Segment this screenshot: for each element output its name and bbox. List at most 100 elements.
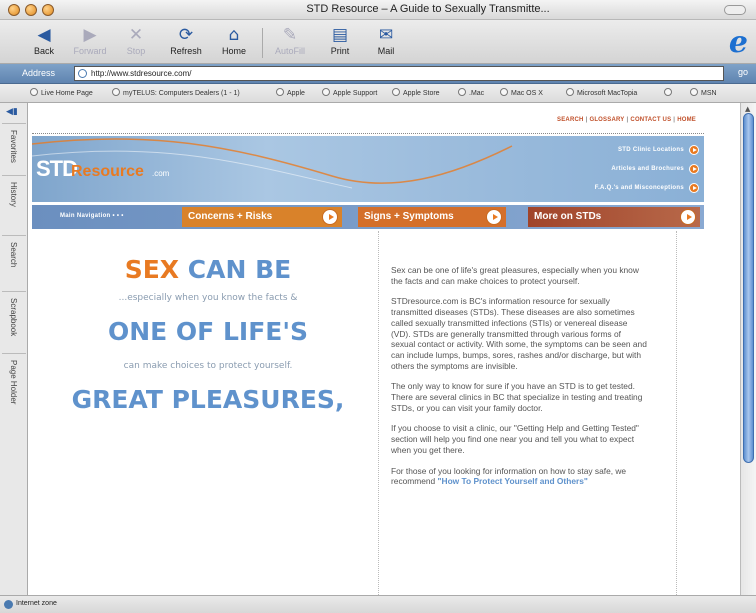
nav-button-label: More on STDs — [534, 211, 602, 222]
toolbar-separator — [262, 28, 263, 58]
tab-history[interactable]: History — [2, 175, 26, 235]
internet-explorer-logo-icon[interactable]: e — [729, 28, 748, 58]
favorite-label: Mac OS X — [511, 90, 543, 97]
favorite-apple[interactable]: Apple — [276, 88, 305, 97]
refresh-button[interactable]: ⟳ Refresh — [162, 24, 210, 56]
page-globe-icon — [78, 69, 87, 78]
tab-label: Favorites — [9, 130, 18, 163]
favorite-globe-icon — [690, 88, 698, 96]
forward-arrow-icon: ▶ — [83, 25, 97, 45]
favorite-dot-mac[interactable]: .Mac — [458, 88, 484, 97]
nav-more-on-stds[interactable]: More on STDs — [528, 207, 700, 227]
address-input[interactable]: http://www.stdresource.com/ — [74, 66, 724, 81]
banner-link-clinic-locations[interactable]: STD Clinic Locations — [618, 147, 684, 153]
scroll-up-arrow-icon[interactable]: ▲ — [745, 105, 750, 113]
home-icon: ⌂ — [228, 25, 240, 45]
window-title: STD Resource – A Guide to Sexually Trans… — [306, 3, 550, 15]
main-navigation: Main Navigation • • • Concerns + Risks S… — [32, 205, 704, 229]
favorite-globe-icon — [566, 88, 574, 96]
explorer-bar-toggle-icon[interactable]: ◀▮ — [6, 107, 18, 117]
favorite-label: Apple Support — [333, 90, 378, 97]
forward-button[interactable]: ▶ Forward — [66, 24, 114, 56]
favorites-bar: Live Home Page myTELUS: Computers Dealer… — [0, 84, 756, 103]
printer-icon: ▤ — [331, 25, 349, 45]
how-to-protect-link[interactable]: "How To Protect Yourself and Others" — [438, 476, 588, 486]
mail-envelope-icon: ✉ — [378, 25, 394, 45]
arrow-circle-icon[interactable] — [689, 145, 699, 155]
favorite-apple-store[interactable]: Apple Store — [392, 88, 440, 97]
vertical-scrollbar[interactable]: ▲ — [740, 103, 756, 595]
banner-link-faqs[interactable]: F.A.Q.'s and Misconceptions — [595, 185, 684, 191]
forward-label: Forward — [73, 46, 107, 56]
nav-signs-symptoms[interactable]: Signs + Symptoms — [358, 207, 506, 227]
favorite-label: Live Home Page — [41, 90, 93, 97]
minimize-window-button[interactable] — [25, 4, 37, 16]
site-banner: STD Resource .com STD Clinic Locations A… — [32, 136, 704, 202]
logo-resource[interactable]: Resource — [71, 163, 144, 181]
banner-link-articles[interactable]: Articles and Brochures — [611, 166, 684, 172]
toolbar-toggle-button[interactable] — [724, 5, 746, 15]
nav-button-label: Signs + Symptoms — [364, 211, 454, 222]
intro-paragraph: The only way to know for sure if you hav… — [391, 381, 643, 413]
favorite-mytelus[interactable]: myTELUS: Computers Dealers (1 - 1) — [112, 88, 240, 97]
nav-link-home[interactable]: HOME — [677, 117, 696, 123]
favorite-globe-icon — [322, 88, 330, 96]
favorite-globe-icon — [458, 88, 466, 96]
nav-button-label: Concerns + Risks — [188, 211, 273, 222]
autofill-label: AutoFill — [274, 46, 305, 56]
intro-paragraph: For those of you looking for information… — [391, 466, 647, 487]
favorite-label: Microsoft MacTopia — [577, 90, 638, 97]
refresh-icon: ⟳ — [178, 25, 194, 45]
home-button[interactable]: ⌂ Home — [210, 24, 258, 56]
favorite-msn[interactable]: MSN — [690, 88, 717, 97]
internet-zone-globe-icon — [4, 600, 13, 609]
favorite-apple-support[interactable]: Apple Support — [322, 88, 377, 97]
print-button[interactable]: ▤ Print — [316, 24, 364, 56]
favorite-live-home-page[interactable]: Live Home Page — [30, 88, 93, 97]
tab-page-holder[interactable]: Page Holder — [2, 353, 26, 425]
tab-favorites[interactable]: Favorites — [2, 123, 26, 175]
intro-paragraph: If you choose to visit a clinic, our "Ge… — [391, 423, 639, 455]
divider — [32, 133, 704, 134]
address-bar: Address http://www.stdresource.com/ go — [0, 64, 756, 84]
web-page: SEARCH | GLOSSARY | CONTACT US | HOME STD Reso… — [28, 103, 740, 595]
stop-label: Stop — [126, 46, 146, 56]
tab-search[interactable]: Search — [2, 235, 26, 291]
mail-button[interactable]: ✉ Mail — [362, 24, 410, 56]
close-window-button[interactable] — [8, 4, 20, 16]
logo-com: .com — [152, 169, 170, 178]
address-url: http://www.stdresource.com/ — [91, 69, 192, 78]
tab-label: Page Holder — [9, 360, 18, 405]
zoom-window-button[interactable] — [42, 4, 54, 16]
favorite-microsoft-mactopia[interactable]: Microsoft MacTopia — [566, 88, 637, 97]
stop-button[interactable]: ✕ Stop — [112, 24, 160, 56]
nav-arrows: • • • — [112, 213, 124, 219]
favorite-globe-icon — [112, 88, 120, 96]
hero-line-2: ...especially when you know the facts & — [118, 293, 298, 303]
nav-link-contact-us[interactable]: CONTACT US — [630, 117, 671, 123]
arrow-circle-icon[interactable] — [689, 164, 699, 174]
hero-sex: SEX — [124, 255, 180, 284]
autofill-button[interactable]: ✎ AutoFill — [266, 24, 314, 56]
tab-scrapbook[interactable]: Scrapbook — [2, 291, 26, 353]
go-button[interactable]: go — [738, 67, 748, 77]
nav-link-glossary[interactable]: GLOSSARY — [589, 117, 624, 123]
hero-can-be: CAN BE — [187, 255, 292, 284]
back-button[interactable]: ◀ Back — [20, 24, 68, 56]
explorer-bar: ◀▮ Favorites History Search Scrapbook Pa… — [0, 103, 28, 595]
nav-concerns-risks[interactable]: Concerns + Risks — [182, 207, 342, 227]
address-label: Address — [22, 68, 56, 78]
tab-label: Search — [9, 242, 18, 268]
arrow-circle-icon[interactable] — [689, 183, 699, 193]
tab-label: Scrapbook — [9, 298, 18, 337]
print-label: Print — [330, 46, 350, 56]
back-label: Back — [33, 46, 54, 56]
favorite-mac-os-x[interactable]: Mac OS X — [500, 88, 543, 97]
scroll-thumb[interactable] — [743, 113, 754, 463]
favorite-label: myTELUS: Computers Dealers (1 - 1) — [123, 90, 240, 97]
nav-link-search[interactable]: SEARCH — [557, 117, 584, 123]
favorite-unnamed[interactable] — [664, 88, 675, 97]
browser-toolbar: ◀ Back ▶ Forward ✕ Stop ⟳ Refresh ⌂ Home… — [0, 20, 756, 64]
favorite-globe-icon — [30, 88, 38, 96]
autofill-pencil-icon: ✎ — [282, 25, 298, 45]
